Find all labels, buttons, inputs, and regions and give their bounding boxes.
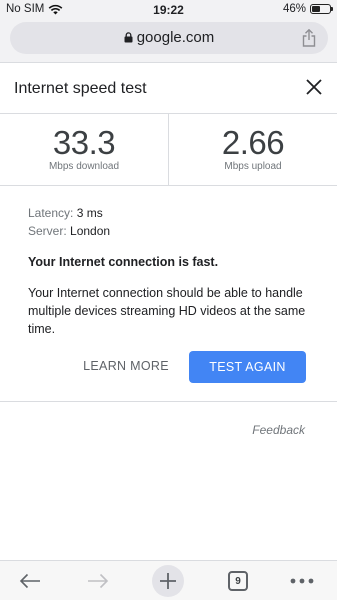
upload-value: 2.66 [221, 124, 285, 161]
latency-value: 3 ms [76, 206, 103, 220]
close-icon[interactable] [305, 78, 323, 96]
forward-arrow-icon [88, 573, 109, 589]
upload-unit: Mbps upload [224, 161, 282, 172]
url-domain: google.com [136, 29, 215, 46]
upload-result: 2.66 Mbps upload [169, 114, 337, 186]
share-icon[interactable] [302, 29, 316, 47]
status-right: 46% [282, 3, 333, 15]
new-tab-circle [152, 565, 184, 597]
url-display[interactable]: google.com [10, 29, 328, 46]
server-label: Server: [28, 224, 67, 238]
status-bar: No SIM 19:22 46% [0, 0, 337, 20]
feedback-link[interactable]: Feedback [252, 423, 305, 437]
divider [0, 401, 337, 402]
back-arrow-icon [19, 573, 40, 589]
server-value: London [70, 224, 111, 238]
browser-top-bar: google.com [0, 20, 337, 62]
card-title: Internet speed test [14, 80, 147, 97]
download-value: 33.3 [52, 124, 116, 161]
plus-icon [160, 573, 176, 589]
server-row: Server: London [28, 224, 110, 238]
menu-button[interactable] [282, 561, 322, 600]
battery-fill [312, 6, 320, 12]
address-bar[interactable]: google.com [10, 22, 328, 54]
test-again-button[interactable]: TEST AGAIN [189, 351, 306, 383]
result-headline: Your Internet connection is fast. [28, 255, 219, 269]
speed-results: 33.3 Mbps download 2.66 Mbps upload [0, 114, 337, 186]
speed-test-header: Internet speed test [0, 62, 337, 114]
download-unit: Mbps download [48, 161, 120, 172]
result-description: Your Internet connection should be able … [28, 286, 306, 336]
battery-percent: 46% [282, 3, 306, 15]
lock-icon [124, 32, 133, 43]
latency-row: Latency: 3 ms [28, 206, 103, 220]
tab-switcher-button[interactable]: 9 [218, 561, 258, 600]
new-tab-button[interactable] [148, 561, 188, 600]
bottom-toolbar: 9 [0, 560, 337, 600]
learn-more-button[interactable]: LEARN MORE [78, 359, 174, 373]
more-icon [290, 578, 314, 584]
battery-icon [310, 4, 333, 14]
back-button[interactable] [10, 561, 50, 600]
forward-button[interactable] [78, 561, 118, 600]
download-result: 33.3 Mbps download [0, 114, 168, 186]
latency-label: Latency: [28, 206, 74, 220]
tab-count-icon: 9 [228, 571, 248, 591]
